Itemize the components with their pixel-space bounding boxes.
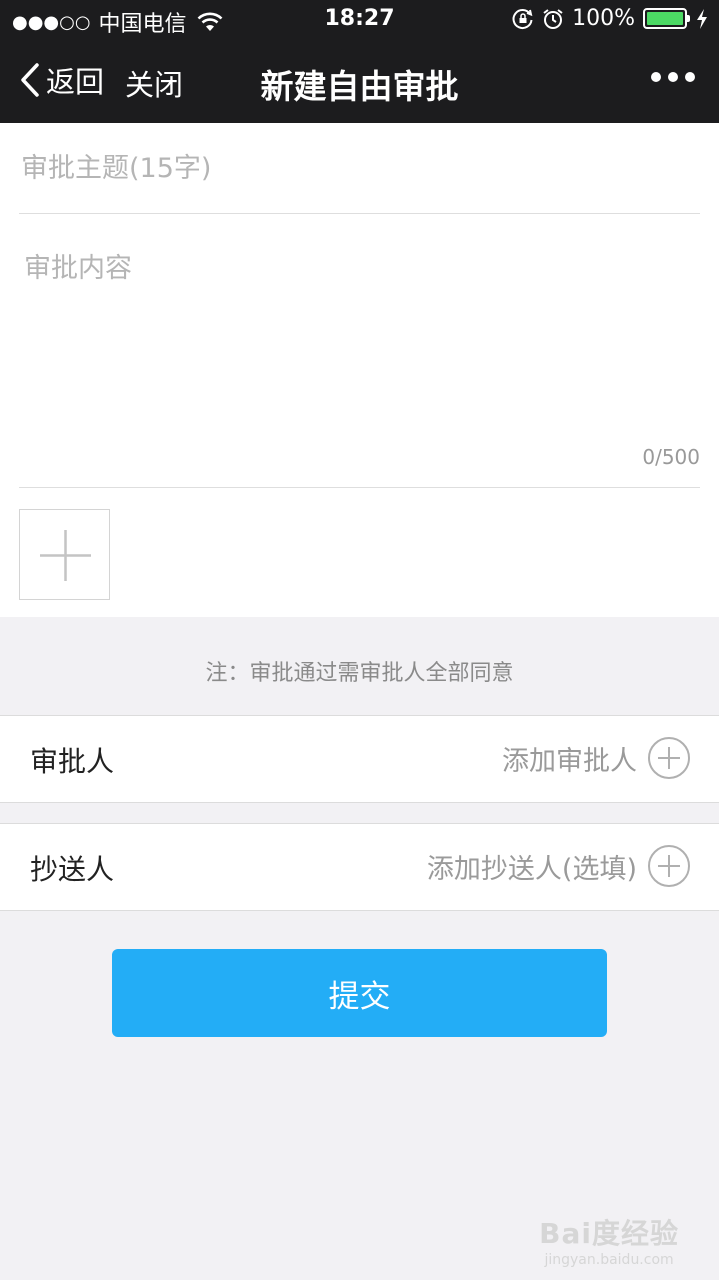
content-textarea[interactable] [19, 214, 700, 487]
add-cc-button[interactable]: 添加抄送人(选填) [427, 844, 691, 888]
cc-row: 抄送人 添加抄送人(选填) [0, 823, 719, 911]
back-button[interactable]: 返回 [18, 60, 104, 100]
chevron-left-icon [21, 63, 39, 97]
baidu-jingyan-watermark: Bai度经验 jingyan.baidu.com [539, 1212, 679, 1268]
dot [651, 72, 661, 82]
dot [668, 72, 678, 82]
content-field-wrapper: 0/500 [19, 214, 700, 488]
status-bar: ●●●○○ 中国电信 18:27 100% [0, 0, 719, 40]
submit-button[interactable]: 提交 [112, 949, 607, 1037]
nav-bar: 返回 关闭 新建自由审批 [0, 40, 719, 123]
subject-input[interactable] [19, 123, 700, 213]
add-approver-label: 添加审批人 [502, 745, 637, 777]
battery-percent: 100% [572, 6, 635, 31]
close-button[interactable]: 关闭 [125, 62, 183, 104]
rotation-lock-icon [512, 8, 533, 29]
approver-row: 审批人 添加审批人 [0, 715, 719, 803]
battery-level [647, 12, 683, 25]
subject-field-wrapper [19, 123, 700, 214]
alarm-clock-icon [543, 8, 563, 29]
more-dots-icon[interactable] [644, 72, 695, 82]
cc-label: 抄送人 [30, 853, 115, 886]
approver-label: 审批人 [30, 745, 115, 778]
page-title: 新建自由审批 [260, 67, 459, 106]
status-right: 100% [504, 6, 709, 31]
char-counter: 0/500 [642, 445, 700, 469]
back-label: 返回 [46, 65, 105, 99]
add-approver-button[interactable]: 添加审批人 [502, 736, 691, 780]
dot [685, 72, 695, 82]
add-cc-label: 添加抄送人(选填) [426, 853, 637, 885]
approval-note: 注：审批通过需审批人全部同意 [205, 661, 514, 686]
charging-bolt-icon [697, 8, 707, 29]
watermark-logo: Bai度经验 [539, 1217, 679, 1250]
plus-icon [40, 530, 91, 581]
form-card: 0/500 [0, 123, 719, 617]
add-circle-icon [648, 845, 690, 887]
add-attachment-button[interactable] [19, 509, 110, 600]
watermark-url: jingyan.baidu.com [544, 1252, 674, 1268]
add-circle-icon [648, 737, 690, 779]
battery-icon [643, 8, 690, 29]
